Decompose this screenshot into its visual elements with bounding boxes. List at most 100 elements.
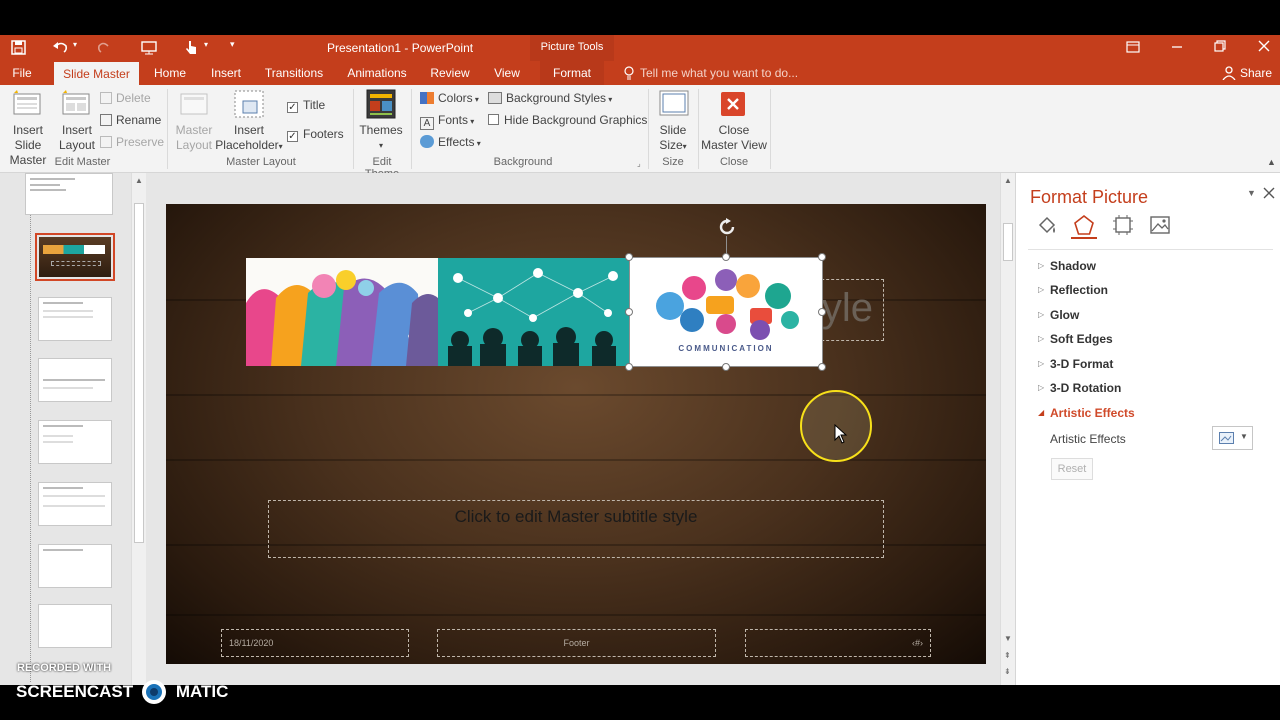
selection-handle[interactable] xyxy=(818,253,826,261)
selection-handle[interactable] xyxy=(722,363,730,371)
minimize-icon[interactable] xyxy=(1171,41,1183,53)
layout-thumbnail[interactable] xyxy=(38,482,112,526)
reset-button: Reset xyxy=(1051,458,1093,480)
tab-slide-master[interactable]: Slide Master xyxy=(54,62,139,85)
collapse-ribbon-icon[interactable]: ▲ xyxy=(1267,157,1276,167)
size-properties-icon[interactable] xyxy=(1112,214,1134,236)
tab-animations[interactable]: Animations xyxy=(340,61,414,85)
tab-format[interactable]: Format xyxy=(540,61,604,85)
tab-file[interactable]: File xyxy=(0,61,44,85)
pane-options-dropdown-icon[interactable]: ▼ xyxy=(1247,188,1256,198)
collapse-icon[interactable]: ◢ xyxy=(1038,408,1044,417)
layout-thumbnail[interactable] xyxy=(38,544,112,588)
themes-button[interactable]: Themes ▾ xyxy=(355,123,407,153)
scroll-up-icon[interactable]: ▲ xyxy=(135,176,143,185)
slide-size-button[interactable]: Slide Size▾ xyxy=(650,123,696,154)
picture-icon[interactable] xyxy=(1149,214,1171,236)
title-checkbox[interactable]: ✓ Title xyxy=(287,97,325,113)
dialog-launcher-icon[interactable]: ⌟ xyxy=(637,159,641,168)
scroll-down-icon[interactable]: ▼ xyxy=(1004,634,1012,643)
watermark-logo: SCREENCAST MATIC xyxy=(16,679,228,705)
tab-review[interactable]: Review xyxy=(424,61,476,85)
thumbnail-scrollbar[interactable]: ▲ xyxy=(131,173,146,685)
fonts-button[interactable]: A Fonts ▾ xyxy=(420,112,474,130)
section-glow[interactable]: Glow xyxy=(1050,308,1079,322)
section-soft-edges[interactable]: Soft Edges xyxy=(1050,332,1113,346)
title-checkbox-box[interactable]: ✓ xyxy=(287,102,298,113)
selection-handle[interactable] xyxy=(625,363,633,371)
next-slide-icon[interactable]: ⇟ xyxy=(1004,667,1011,676)
slide-master-thumbnail[interactable] xyxy=(25,173,113,215)
selection-handle[interactable] xyxy=(625,308,633,316)
screencast-o-icon xyxy=(140,679,168,705)
previous-slide-icon[interactable]: ⇞ xyxy=(1004,651,1011,660)
footers-checkbox[interactable]: ✓ Footers xyxy=(287,126,344,142)
section-3d-format[interactable]: 3-D Format xyxy=(1050,357,1113,371)
background-styles-button[interactable]: Background Styles ▾ xyxy=(488,90,612,108)
slide-scroll-thumb[interactable] xyxy=(1003,223,1013,261)
thumbnail-scroll-thumb[interactable] xyxy=(134,203,144,543)
window-title: Presentation1 - PowerPoint xyxy=(327,41,474,55)
rotate-handle-icon[interactable] xyxy=(717,217,737,237)
expand-icon[interactable]: ▷ xyxy=(1038,383,1044,392)
footer-placeholder[interactable]: Footer xyxy=(437,629,716,657)
start-from-beginning-icon[interactable] xyxy=(141,40,157,55)
section-artistic-effects[interactable]: Artistic Effects xyxy=(1050,406,1135,420)
picture-faces[interactable] xyxy=(246,258,438,366)
tell-me-search[interactable]: Tell me what you want to do... xyxy=(640,66,798,80)
section-shadow[interactable]: Shadow xyxy=(1050,259,1096,273)
expand-icon[interactable]: ▷ xyxy=(1038,261,1044,270)
undo-dropdown-icon[interactable]: ▾ xyxy=(73,40,77,49)
save-icon[interactable] xyxy=(11,40,27,55)
tab-insert[interactable]: Insert xyxy=(204,61,248,85)
hide-background-graphics-checkbox[interactable]: Hide Background Graphics xyxy=(488,112,647,128)
insert-placeholder-button[interactable]: Insert Placeholder▾ xyxy=(212,123,286,154)
undo-icon[interactable] xyxy=(52,40,70,55)
layout-thumbnail[interactable] xyxy=(38,604,112,648)
scroll-up-icon[interactable]: ▲ xyxy=(1004,176,1012,185)
customize-qat-icon[interactable]: ▾ xyxy=(230,39,235,50)
expand-icon[interactable]: ▷ xyxy=(1038,359,1044,368)
date-placeholder[interactable]: 18/11/2020 xyxy=(221,629,409,657)
colors-button[interactable]: Colors ▾ xyxy=(420,90,479,108)
selected-layout-thumbnail[interactable] xyxy=(35,233,115,281)
touch-dropdown-icon[interactable]: ▾ xyxy=(204,40,208,49)
close-pane-icon[interactable] xyxy=(1263,187,1275,199)
fill-line-icon[interactable] xyxy=(1036,214,1058,236)
restore-icon[interactable] xyxy=(1214,40,1226,52)
expand-icon[interactable]: ▷ xyxy=(1038,310,1044,319)
expand-icon[interactable]: ▷ xyxy=(1038,285,1044,294)
section-3d-rotation[interactable]: 3-D Rotation xyxy=(1050,381,1121,395)
selection-handle[interactable] xyxy=(818,363,826,371)
effects-button[interactable]: Effects ▾ xyxy=(420,134,481,152)
subtitle-placeholder[interactable]: Click to edit Master subtitle style xyxy=(268,500,884,558)
effects-pentagon-icon[interactable] xyxy=(1073,214,1095,236)
tab-view[interactable]: View xyxy=(486,61,528,85)
selection-handle[interactable] xyxy=(625,253,633,261)
slide-scrollbar[interactable]: ▲ ▼ ⇞ ⇟ xyxy=(1000,173,1015,685)
selection-handle[interactable] xyxy=(722,253,730,261)
slide-canvas[interactable]: yle COMMUNICATION Click to edit Master s… xyxy=(166,204,986,664)
share-button[interactable]: Share xyxy=(1240,66,1272,80)
picture-network[interactable] xyxy=(438,258,630,366)
rename-icon xyxy=(100,114,112,126)
layout-thumbnail[interactable] xyxy=(38,420,112,464)
artistic-effects-dropdown[interactable]: ▼ xyxy=(1212,426,1253,450)
insert-layout-button[interactable]: Insert Layout xyxy=(56,123,98,153)
section-reflection[interactable]: Reflection xyxy=(1050,283,1108,297)
layout-thumbnail[interactable] xyxy=(38,358,112,402)
touch-mode-icon[interactable] xyxy=(184,39,198,56)
wood-grain xyxy=(166,394,986,396)
rename-button[interactable]: Rename xyxy=(100,112,161,128)
tab-home[interactable]: Home xyxy=(146,61,194,85)
tab-transitions[interactable]: Transitions xyxy=(258,61,330,85)
ribbon-display-options-icon[interactable] xyxy=(1126,41,1140,53)
hide-bg-checkbox-box[interactable] xyxy=(488,114,499,125)
close-master-view-button[interactable]: Close Master View xyxy=(700,123,768,153)
close-window-icon[interactable] xyxy=(1258,40,1270,52)
layout-thumbnail[interactable] xyxy=(38,297,112,341)
expand-icon[interactable]: ▷ xyxy=(1038,334,1044,343)
slide-number-placeholder[interactable]: ‹#› xyxy=(745,629,931,657)
selection-handle[interactable] xyxy=(818,308,826,316)
footers-checkbox-box[interactable]: ✓ xyxy=(287,131,298,142)
